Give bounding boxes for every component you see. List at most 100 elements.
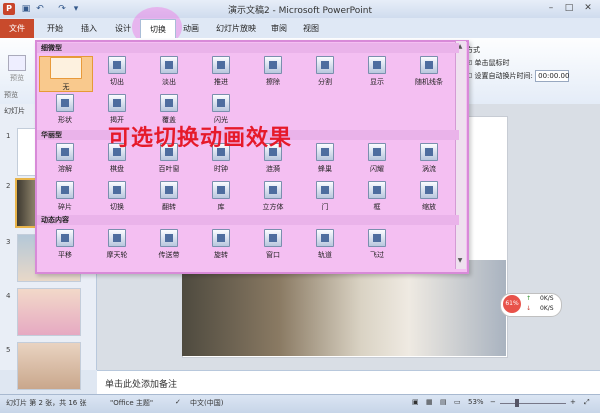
transition-label: 缩放 (422, 203, 436, 211)
reveal-icon (368, 56, 386, 74)
normal-view-icon[interactable]: ▣ (412, 398, 419, 406)
transition-orbit[interactable]: 轨道 (299, 229, 351, 263)
spellcheck-icon[interactable]: ✓ (175, 398, 181, 406)
transition-shape[interactable]: 形状 (39, 94, 91, 128)
transition-label: 涟漪 (266, 165, 280, 173)
fit-window-icon[interactable]: ⤢ (584, 398, 590, 407)
tab-transitions[interactable]: 切换 (140, 19, 176, 39)
slide-thumbnail[interactable] (17, 342, 81, 390)
scroll-down-icon[interactable]: ▼ (456, 257, 464, 265)
flash-icon (212, 94, 230, 112)
transition-label: 立方体 (262, 203, 284, 211)
window-icon (264, 229, 282, 247)
transition-label: 库 (217, 203, 225, 211)
orbit-icon (316, 229, 334, 247)
transition-random-bars[interactable]: 随机线条 (403, 56, 455, 90)
box-icon (368, 181, 386, 199)
ferris-wheel-icon (108, 229, 126, 247)
section-subtle-header: 细微型 (37, 43, 459, 53)
transition-conveyor[interactable]: 传送带 (143, 229, 195, 263)
transition-shred[interactable]: 碎片 (39, 181, 91, 215)
transition-box[interactable]: 框 (351, 181, 403, 215)
slide-number: 3 (6, 238, 11, 246)
transition-gallery-effect[interactable]: 库 (195, 181, 247, 215)
zoom-level[interactable]: 53% (468, 398, 484, 406)
transition-reveal[interactable]: 显示 (351, 56, 403, 90)
zoom-out-icon[interactable]: − (490, 398, 496, 406)
transition-split[interactable]: 分割 (299, 56, 351, 90)
zoom-icon (420, 181, 438, 199)
cut-icon (108, 56, 126, 74)
transition-honeycomb[interactable]: 蜂巢 (299, 143, 351, 177)
preview-button[interactable]: 预览 (4, 55, 30, 83)
slide-photo[interactable] (182, 260, 506, 356)
fly-through-icon (368, 229, 386, 247)
after-time-input[interactable]: 00:00.00 (535, 70, 569, 82)
maximize-button[interactable]: □ (561, 2, 577, 15)
tab-insert[interactable]: 插入 (74, 22, 104, 36)
slide-thumbnail[interactable] (17, 288, 81, 336)
tab-slideshow[interactable]: 幻灯片放映 (210, 22, 262, 36)
language[interactable]: 中文(中国) (190, 398, 223, 408)
zoom-in-icon[interactable]: + (570, 398, 576, 406)
slide-number: 2 (6, 182, 11, 190)
slide-sorter-icon[interactable]: ▦ (426, 398, 433, 406)
minimize-button[interactable]: – (543, 2, 559, 15)
slide-info: 幻灯片 第 2 张，共 16 张 (6, 399, 87, 407)
transition-wipe[interactable]: 擦除 (247, 56, 299, 90)
transition-dissolve[interactable]: 溶解 (39, 143, 91, 177)
slide-number: 5 (6, 346, 11, 354)
transition-flip[interactable]: 翻转 (143, 181, 195, 215)
transition-fade[interactable]: 淡出 (143, 56, 195, 90)
transition-push[interactable]: 推进 (195, 56, 247, 90)
transition-cube[interactable]: 立方体 (247, 181, 299, 215)
transition-glitter[interactable]: 闪耀 (351, 143, 403, 177)
after-time-row[interactable]: ☐ 设置自动换片时间: 00:00.00 (466, 70, 598, 83)
transition-label: 随机线条 (415, 78, 443, 86)
upload-speed: 0K/S (540, 295, 554, 302)
tab-animations[interactable]: 动画 (176, 22, 206, 36)
transition-cut[interactable]: 切出 (91, 56, 143, 90)
transition-label: 碎片 (58, 203, 72, 211)
download-arrow-icon: ↓ (526, 305, 532, 312)
transition-ferris-wheel[interactable]: 摩天轮 (91, 229, 143, 263)
switch-icon (108, 181, 126, 199)
zoom-slider[interactable] (500, 403, 566, 404)
transition-window[interactable]: 窗口 (247, 229, 299, 263)
transition-label: 溶解 (58, 165, 72, 173)
transition-zoom[interactable]: 缩放 (403, 181, 455, 215)
theme-name[interactable]: "Office 主题" (110, 398, 153, 408)
transition-label: 门 (321, 203, 329, 211)
section-dynamic-header: 动态内容 (37, 215, 459, 225)
tab-file[interactable]: 文件 (0, 19, 34, 38)
transition-label: 窗口 (266, 251, 280, 259)
transition-label: 显示 (370, 78, 384, 86)
transition-pan[interactable]: 平移 (39, 229, 91, 263)
transition-label: 飞过 (370, 251, 384, 259)
transition-rotate[interactable]: 旋转 (195, 229, 247, 263)
reading-view-icon[interactable]: ▤ (440, 398, 447, 406)
transition-doors[interactable]: 门 (299, 181, 351, 215)
transition-switch[interactable]: 切换 (91, 181, 143, 215)
tab-home[interactable]: 开始 (40, 22, 70, 36)
close-button[interactable]: ✕ (580, 2, 596, 15)
preview-group-label: 预览 (4, 91, 18, 99)
tab-design[interactable]: 设计 (108, 22, 138, 36)
notes-placeholder[interactable]: 单击此处添加备注 (105, 377, 177, 390)
glitter-icon (368, 143, 386, 161)
transition-none[interactable]: 无 (39, 56, 93, 92)
slideshow-icon[interactable]: ▭ (454, 398, 461, 406)
transition-label: 框 (373, 203, 381, 211)
transition-fly-through[interactable]: 飞过 (351, 229, 403, 263)
zoom-slider-thumb[interactable] (515, 399, 519, 407)
advance-title: 方式 (466, 46, 480, 54)
tab-view[interactable]: 视图 (296, 22, 326, 36)
rotate-icon (212, 229, 230, 247)
tab-review[interactable]: 审阅 (264, 22, 294, 36)
transition-label: 蜂巢 (318, 165, 332, 173)
gallery-scrollbar[interactable] (455, 41, 466, 269)
slides-pane-tab[interactable]: 幻灯片 (4, 106, 25, 116)
transition-vortex[interactable]: 涡流 (403, 143, 455, 177)
on-click-checkbox[interactable]: ☑ 单击鼠标时 (466, 57, 598, 70)
split-icon (316, 56, 334, 74)
